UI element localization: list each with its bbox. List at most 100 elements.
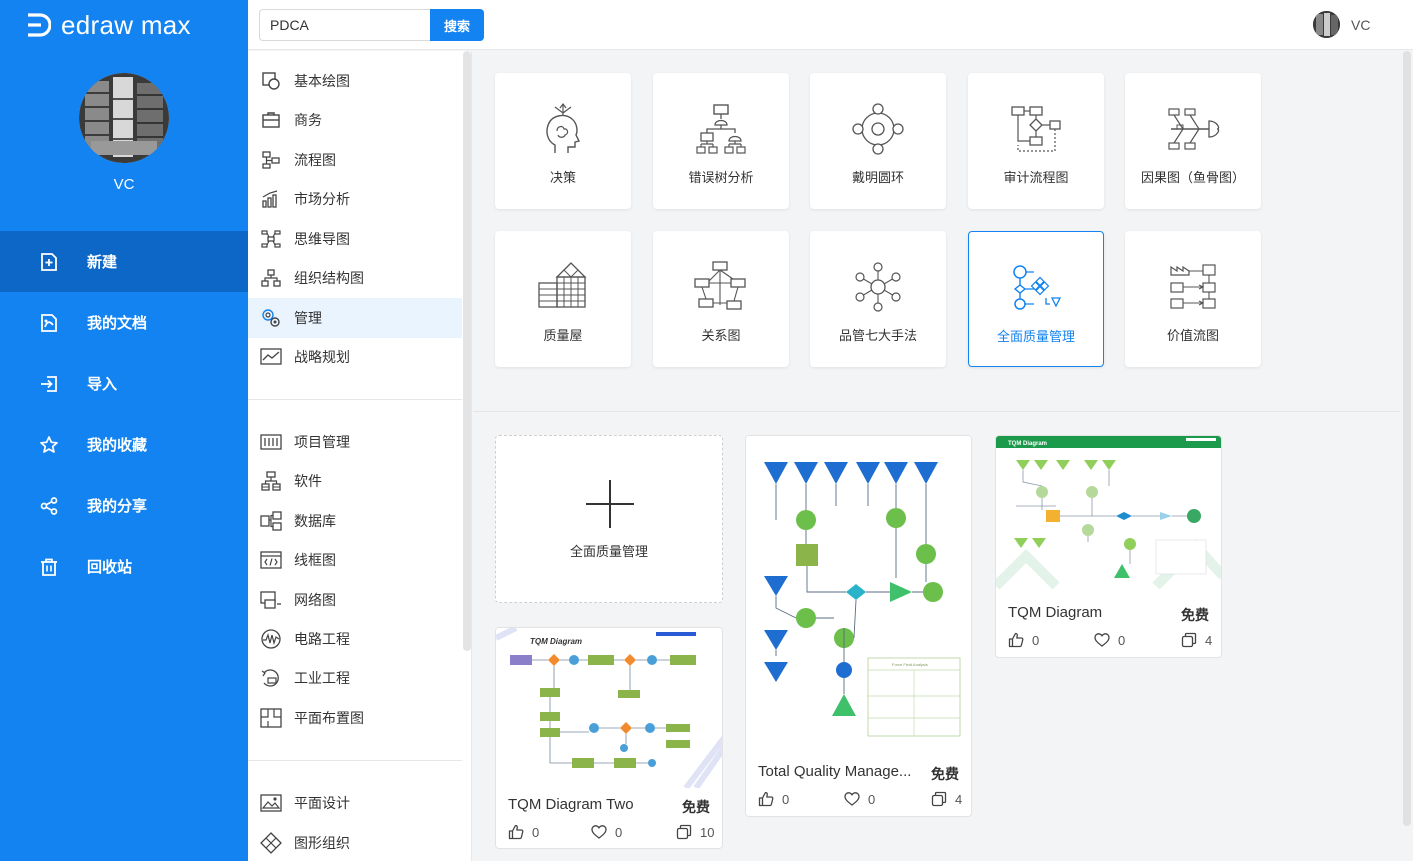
category-project-management[interactable]: 项目管理 — [248, 422, 462, 462]
category-divider — [248, 760, 462, 761]
favorite-count[interactable]: 0 — [1094, 632, 1125, 648]
category-label: 数据库 — [294, 514, 336, 530]
copy-count[interactable]: 10 — [676, 824, 714, 840]
category-market-analysis[interactable]: 市场分析 — [248, 179, 462, 219]
favorite-count-value: 0 — [1118, 632, 1126, 648]
subcategory-audit-flowchart[interactable]: 审计流程图 — [968, 73, 1104, 209]
like-count[interactable]: 0 — [1008, 632, 1039, 648]
subcategory-relation-diagram[interactable]: 关系图 — [653, 231, 789, 367]
top-avatar[interactable] — [1313, 11, 1340, 38]
category-wireframe[interactable]: 线框图 — [248, 540, 462, 580]
top-user-name[interactable]: VC — [1351, 17, 1370, 33]
main-scrollbar[interactable] — [1401, 51, 1413, 826]
like-count[interactable]: 0 — [758, 791, 789, 807]
subcategory-fault-tree[interactable]: 错误树分析 — [653, 73, 789, 209]
category-industrial[interactable]: 工业工程 — [248, 658, 462, 698]
category-mind-map[interactable]: 思维导图 — [248, 219, 462, 259]
briefcase-icon — [260, 109, 282, 131]
category-scrollbar[interactable] — [463, 51, 471, 651]
subcategory-label: 价值流图 — [1166, 329, 1219, 344]
edraw-logo-icon — [28, 13, 51, 37]
search-button[interactable]: 搜索 — [430, 9, 484, 41]
template-thumbnail: TQM Diagram — [496, 628, 722, 788]
industrial-icon — [260, 667, 282, 689]
subcategory-house-of-quality[interactable]: 质量屋 — [495, 231, 631, 367]
app-logo[interactable]: edraw max — [25, 10, 191, 40]
category-basic-drawing[interactable]: 基本绘图 — [248, 61, 462, 101]
category-flowchart[interactable]: 流程图 — [248, 140, 462, 180]
copy-icon — [931, 791, 947, 807]
subcategory-decision[interactable]: 决策 — [495, 73, 631, 209]
copy-count[interactable]: 4 — [1181, 632, 1212, 648]
category-label: 流程图 — [294, 153, 336, 169]
category-label: 线框图 — [294, 553, 336, 569]
main-scrollbar-thumb[interactable] — [1403, 51, 1411, 826]
import-icon — [38, 373, 60, 395]
favorite-count-value: 0 — [868, 791, 876, 807]
decision-head-icon — [535, 101, 591, 157]
search-input[interactable] — [259, 9, 431, 41]
template-card[interactable]: Force Field Analysis Total Quality Manag… — [745, 435, 972, 817]
subcategory-value-stream[interactable]: 价值流图 — [1125, 231, 1261, 367]
category-org-chart[interactable]: 组织结构图 — [248, 258, 462, 298]
template-card[interactable]: TQM Diagram TQM Diagram 免费 0 0 4 — [995, 435, 1222, 658]
management-gears-icon — [260, 307, 282, 329]
category-business[interactable]: 商务 — [248, 100, 462, 140]
nav-item-trash[interactable]: 回收站 — [0, 536, 248, 597]
subcategory-seven-tools[interactable]: 品管七大手法 — [810, 231, 946, 367]
svg-text:Force Field Analysis: Force Field Analysis — [892, 662, 928, 667]
nav-item-shared[interactable]: 我的分享 — [0, 475, 248, 536]
thumbs-up-icon — [1008, 632, 1024, 648]
category-label: 工业工程 — [294, 671, 350, 687]
subcategory-label: 关系图 — [701, 329, 741, 344]
subcategory-tqm[interactable]: 全面质量管理 — [968, 231, 1104, 367]
svg-text:TQM Diagram: TQM Diagram — [1008, 441, 1047, 447]
new-card-label: 全面质量管理 — [569, 545, 648, 560]
audit-flowchart-icon — [1008, 101, 1064, 157]
like-count[interactable]: 0 — [508, 824, 539, 840]
copy-icon — [1181, 632, 1197, 648]
favorite-count[interactable]: 0 — [844, 791, 875, 807]
category-strategy[interactable]: 战略规划 — [248, 337, 462, 377]
nav-item-import[interactable]: 导入 — [0, 353, 248, 414]
subcategory-label: 因果图（鱼骨图） — [1140, 171, 1245, 186]
nav-label: 我的收藏 — [87, 436, 148, 454]
copy-count-value: 10 — [700, 824, 715, 840]
nav-item-favorites[interactable]: 我的收藏 — [0, 414, 248, 475]
template-card[interactable]: TQM Diagram TQM Diagram Two 免费 0 0 10 — [495, 627, 723, 849]
like-count-value: 0 — [1032, 632, 1040, 648]
category-graphic-organizer[interactable]: 图形组织 — [248, 823, 462, 861]
nav-label: 导入 — [87, 375, 118, 393]
org-chart-icon — [260, 267, 282, 289]
category-network[interactable]: 网络图 — [248, 580, 462, 620]
category-floor-plan[interactable]: 平面布置图 — [248, 698, 462, 738]
category-label: 战略规划 — [294, 350, 350, 366]
category-software[interactable]: 软件 — [248, 461, 462, 501]
avatar[interactable] — [79, 73, 169, 163]
value-stream-icon — [1165, 259, 1221, 315]
copy-count-value: 4 — [955, 791, 963, 807]
like-count-value: 0 — [532, 824, 540, 840]
plus-icon — [586, 480, 634, 528]
copy-count[interactable]: 4 — [931, 791, 962, 807]
gantt-icon — [260, 431, 282, 453]
subcategory-label: 质量屋 — [543, 329, 583, 344]
nav-item-new[interactable]: 新建 — [0, 231, 248, 292]
database-diagram-icon — [260, 510, 282, 532]
subcategory-label: 错误树分析 — [688, 171, 754, 186]
subcategory-deming-cycle[interactable]: 戴明圆环 — [810, 73, 946, 209]
favorite-count[interactable]: 0 — [591, 824, 622, 840]
category-circuit[interactable]: 电路工程 — [248, 619, 462, 659]
new-blank-document-card[interactable]: 全面质量管理 — [495, 435, 723, 603]
tqm-icon — [1008, 260, 1064, 316]
nav-item-my-documents[interactable]: 我的文档 — [0, 292, 248, 353]
like-count-value: 0 — [782, 791, 790, 807]
template-price: 免费 — [931, 767, 959, 783]
category-graphic-design[interactable]: 平面设计 — [248, 783, 462, 823]
image-icon — [260, 792, 282, 814]
category-management[interactable]: 管理 — [248, 298, 462, 338]
category-label: 组织结构图 — [294, 271, 364, 287]
category-database[interactable]: 数据库 — [248, 501, 462, 541]
subcategory-fishbone[interactable]: 因果图（鱼骨图） — [1125, 73, 1261, 209]
avatar-image — [79, 73, 169, 163]
